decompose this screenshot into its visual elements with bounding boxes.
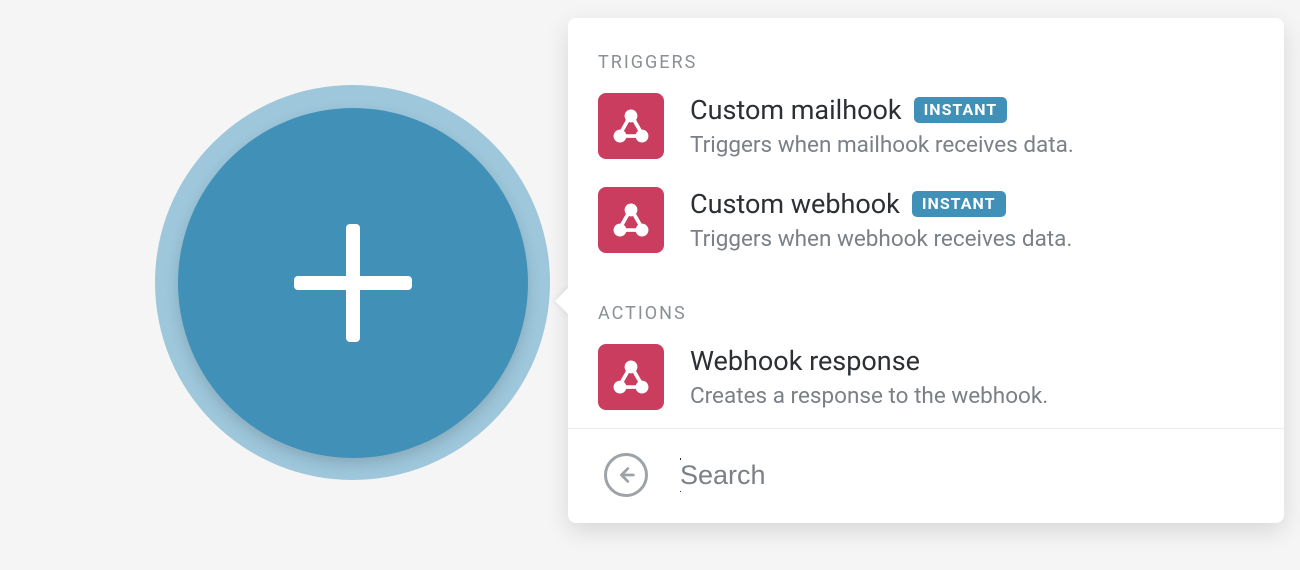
back-button[interactable]: [604, 453, 648, 497]
item-desc: Triggers when mailhook receives data.: [690, 132, 1254, 158]
item-body: Custom mailhook INSTANT Triggers when ma…: [690, 94, 1254, 158]
add-module-button[interactable]: [155, 85, 550, 480]
trigger-item-custom-mailhook[interactable]: Custom mailhook INSTANT Triggers when ma…: [568, 83, 1284, 177]
instant-badge: INSTANT: [912, 191, 1006, 217]
section-header-actions: ACTIONS: [568, 271, 1284, 334]
item-title: Custom webhook: [690, 188, 900, 220]
arrow-left-icon: [615, 464, 637, 486]
item-desc: Triggers when webhook receives data.: [690, 226, 1254, 252]
action-item-webhook-response[interactable]: Webhook response Creates a response to t…: [568, 334, 1284, 428]
add-module-inner: [178, 108, 528, 458]
item-body: Custom webhook INSTANT Triggers when web…: [690, 188, 1254, 252]
item-body: Webhook response Creates a response to t…: [690, 345, 1254, 409]
item-title: Webhook response: [690, 345, 920, 377]
item-title: Custom mailhook: [690, 94, 902, 126]
item-desc: Creates a response to the webhook.: [690, 383, 1254, 409]
search-input[interactable]: [680, 460, 1254, 491]
panel-pointer: [555, 286, 570, 316]
plus-icon: [288, 218, 418, 348]
webhook-icon: [598, 93, 664, 159]
webhook-icon: [598, 344, 664, 410]
instant-badge: INSTANT: [914, 97, 1008, 123]
module-picker-panel: TRIGGERS Custom mailhook INSTANT Trigger…: [568, 18, 1284, 523]
search-row: [568, 428, 1284, 523]
trigger-item-custom-webhook[interactable]: Custom webhook INSTANT Triggers when web…: [568, 177, 1284, 271]
section-header-triggers: TRIGGERS: [568, 18, 1284, 83]
webhook-icon: [598, 187, 664, 253]
